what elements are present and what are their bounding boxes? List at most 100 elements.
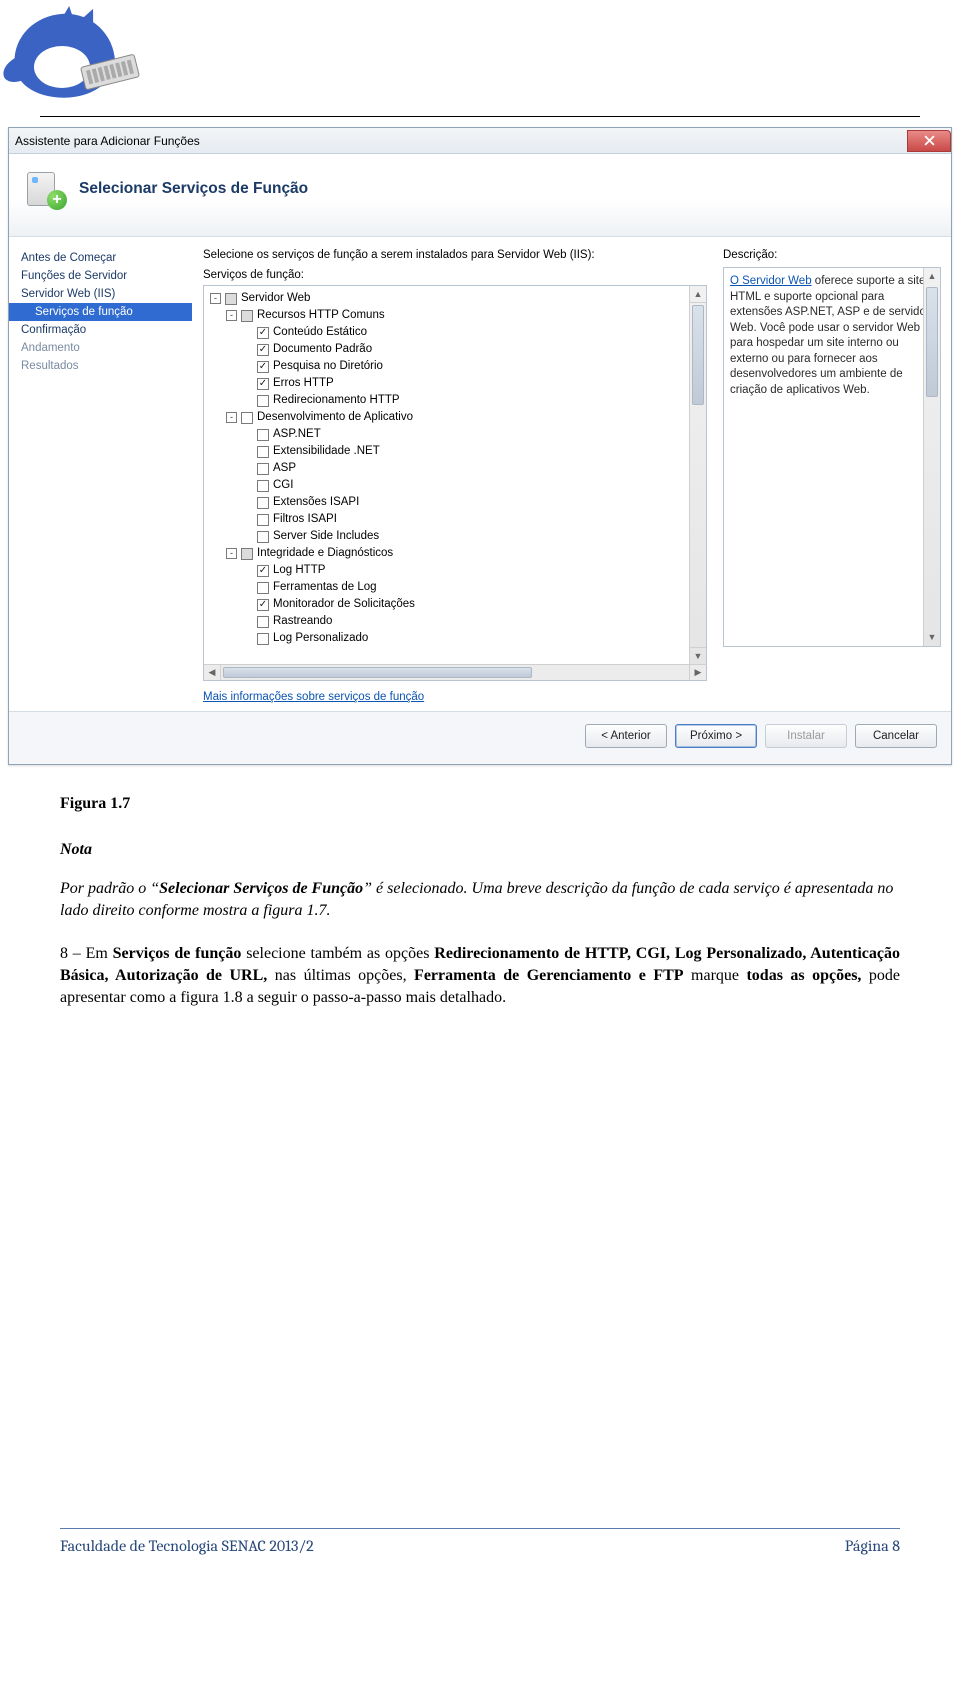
next-button[interactable]: Próximo >: [675, 724, 757, 748]
nav-item[interactable]: Serviços de função: [9, 303, 192, 321]
scroll-left-icon[interactable]: ◀: [204, 665, 221, 680]
prev-button[interactable]: < Anterior: [585, 724, 667, 748]
role-services-tree[interactable]: -Servidor Web-Recursos HTTP ComunsConteú…: [204, 286, 689, 664]
tree-item-label: Erros HTTP: [273, 376, 334, 391]
step-b4: todas as opções,: [746, 967, 861, 984]
tree-item-label: ASP.NET: [273, 427, 321, 442]
tree-row[interactable]: Rastreando: [208, 613, 689, 630]
tree-expander-spacer: [242, 599, 253, 610]
tree-row[interactable]: Extensões ISAPI: [208, 494, 689, 511]
tree-checkbox[interactable]: [257, 463, 269, 475]
tree-checkbox[interactable]: [257, 446, 269, 458]
scroll-thumb[interactable]: [926, 287, 938, 397]
tree-item-label: Log Personalizado: [273, 631, 368, 646]
nav-item[interactable]: Antes de Começar: [9, 249, 192, 267]
tree-row[interactable]: Server Side Includes: [208, 528, 689, 545]
tree-checkbox[interactable]: [257, 514, 269, 526]
tree-row[interactable]: Monitorador de Solicitações: [208, 596, 689, 613]
tree-checkbox[interactable]: [241, 310, 253, 322]
tree-item-label: Servidor Web: [241, 291, 310, 306]
tree-row[interactable]: - Integridade e Diagnósticos: [208, 545, 689, 562]
instruction-text: Selecione os serviços de função a serem …: [203, 249, 707, 261]
hscroll-thumb[interactable]: [223, 667, 532, 678]
tree-checkbox[interactable]: [257, 344, 269, 356]
nav-item[interactable]: Andamento: [9, 339, 192, 357]
description-leading-link[interactable]: O Servidor Web: [730, 275, 812, 287]
tree-expander-icon[interactable]: -: [226, 310, 237, 321]
tree-row[interactable]: Log HTTP: [208, 562, 689, 579]
tree-checkbox[interactable]: [225, 293, 237, 305]
nav-item[interactable]: Servidor Web (IIS): [9, 285, 192, 303]
step-b3: Ferramenta de Gerenciamento e FTP: [414, 967, 684, 984]
tree-checkbox[interactable]: [257, 633, 269, 645]
tree-checkbox[interactable]: [257, 480, 269, 492]
tree-row[interactable]: ASP.NET: [208, 426, 689, 443]
step-8-text: 8 – Em Serviços de função selecione tamb…: [60, 943, 900, 1008]
tree-horizontal-scrollbar[interactable]: ◀ ▶: [203, 664, 707, 681]
tree-vertical-scrollbar[interactable]: ▲ ▼: [689, 286, 706, 664]
scroll-right-icon[interactable]: ▶: [689, 665, 706, 680]
tree-row[interactable]: Redirecionamento HTTP: [208, 392, 689, 409]
more-info-link[interactable]: Mais informações sobre serviços de funçã…: [203, 691, 424, 703]
tree-row[interactable]: Pesquisa no Diretório: [208, 358, 689, 375]
tree-checkbox[interactable]: [257, 582, 269, 594]
step-prefix: 8 – Em: [60, 945, 113, 962]
tree-item-label: Integridade e Diagnósticos: [257, 546, 393, 561]
install-button[interactable]: Instalar: [765, 724, 847, 748]
tree-checkbox[interactable]: [257, 531, 269, 543]
tree-expander-icon[interactable]: -: [226, 548, 237, 559]
tree-row[interactable]: Ferramentas de Log: [208, 579, 689, 596]
nav-item[interactable]: Funções de Servidor: [9, 267, 192, 285]
close-button[interactable]: [907, 130, 951, 152]
scroll-up-icon[interactable]: ▲: [690, 286, 706, 303]
tree-checkbox[interactable]: [241, 548, 253, 560]
tree-row[interactable]: - Servidor Web: [208, 290, 689, 307]
list-label: Serviços de função:: [203, 269, 707, 281]
tree-row[interactable]: Filtros ISAPI: [208, 511, 689, 528]
role-services-panel: -Servidor Web-Recursos HTTP ComunsConteú…: [203, 285, 707, 665]
tree-checkbox[interactable]: [257, 565, 269, 577]
tree-expander-spacer: [242, 361, 253, 372]
tree-expander-icon[interactable]: -: [210, 293, 221, 304]
tree-row[interactable]: Log Personalizado: [208, 630, 689, 647]
description-pane: Descrição: O Servidor Web oferece suport…: [717, 237, 951, 711]
tree-checkbox[interactable]: [257, 497, 269, 509]
nav-item[interactable]: Resultados: [9, 357, 192, 375]
tree-item-label: Redirecionamento HTTP: [273, 393, 400, 408]
tree-checkbox[interactable]: [241, 412, 253, 424]
tree-row[interactable]: - Desenvolvimento de Aplicativo: [208, 409, 689, 426]
tree-expander-spacer: [242, 514, 253, 525]
tree-checkbox[interactable]: [257, 361, 269, 373]
document-copy: Figura 1.7 Nota Por padrão o “Selecionar…: [60, 793, 900, 1008]
cancel-button[interactable]: Cancelar: [855, 724, 937, 748]
tree-row[interactable]: Documento Padrão: [208, 341, 689, 358]
tree-item-label: Extensibilidade .NET: [273, 444, 380, 459]
close-icon: [924, 135, 935, 146]
desc-vertical-scrollbar[interactable]: ▲ ▼: [923, 268, 940, 646]
tree-expander-spacer: [242, 616, 253, 627]
nota-bold: Selecionar Serviços de Função: [159, 880, 363, 897]
scroll-up-icon[interactable]: ▲: [924, 268, 940, 285]
tree-row[interactable]: CGI: [208, 477, 689, 494]
tree-checkbox[interactable]: [257, 429, 269, 441]
banner-heading: Selecionar Serviços de Função: [79, 180, 308, 198]
tree-row[interactable]: Extensibilidade .NET: [208, 443, 689, 460]
tree-expander-icon[interactable]: -: [226, 412, 237, 423]
tree-row[interactable]: ASP: [208, 460, 689, 477]
scroll-down-icon[interactable]: ▼: [690, 647, 706, 664]
tree-checkbox[interactable]: [257, 395, 269, 407]
window-title: Assistente para Adicionar Funções: [15, 134, 200, 148]
scroll-thumb[interactable]: [692, 305, 704, 405]
tree-row[interactable]: Conteúdo Estático: [208, 324, 689, 341]
tree-row[interactable]: -Recursos HTTP Comuns: [208, 307, 689, 324]
tree-item-label: Monitorador de Solicitações: [273, 597, 415, 612]
step-mid1: selecione também as opções: [241, 945, 434, 962]
tree-checkbox[interactable]: [257, 378, 269, 390]
scroll-down-icon[interactable]: ▼: [924, 629, 940, 646]
tree-row[interactable]: Erros HTTP: [208, 375, 689, 392]
tree-checkbox[interactable]: [257, 616, 269, 628]
tree-checkbox[interactable]: [257, 327, 269, 339]
nav-item[interactable]: Confirmação: [9, 321, 192, 339]
tree-checkbox[interactable]: [257, 599, 269, 611]
tree-item-label: Desenvolvimento de Aplicativo: [257, 410, 413, 425]
